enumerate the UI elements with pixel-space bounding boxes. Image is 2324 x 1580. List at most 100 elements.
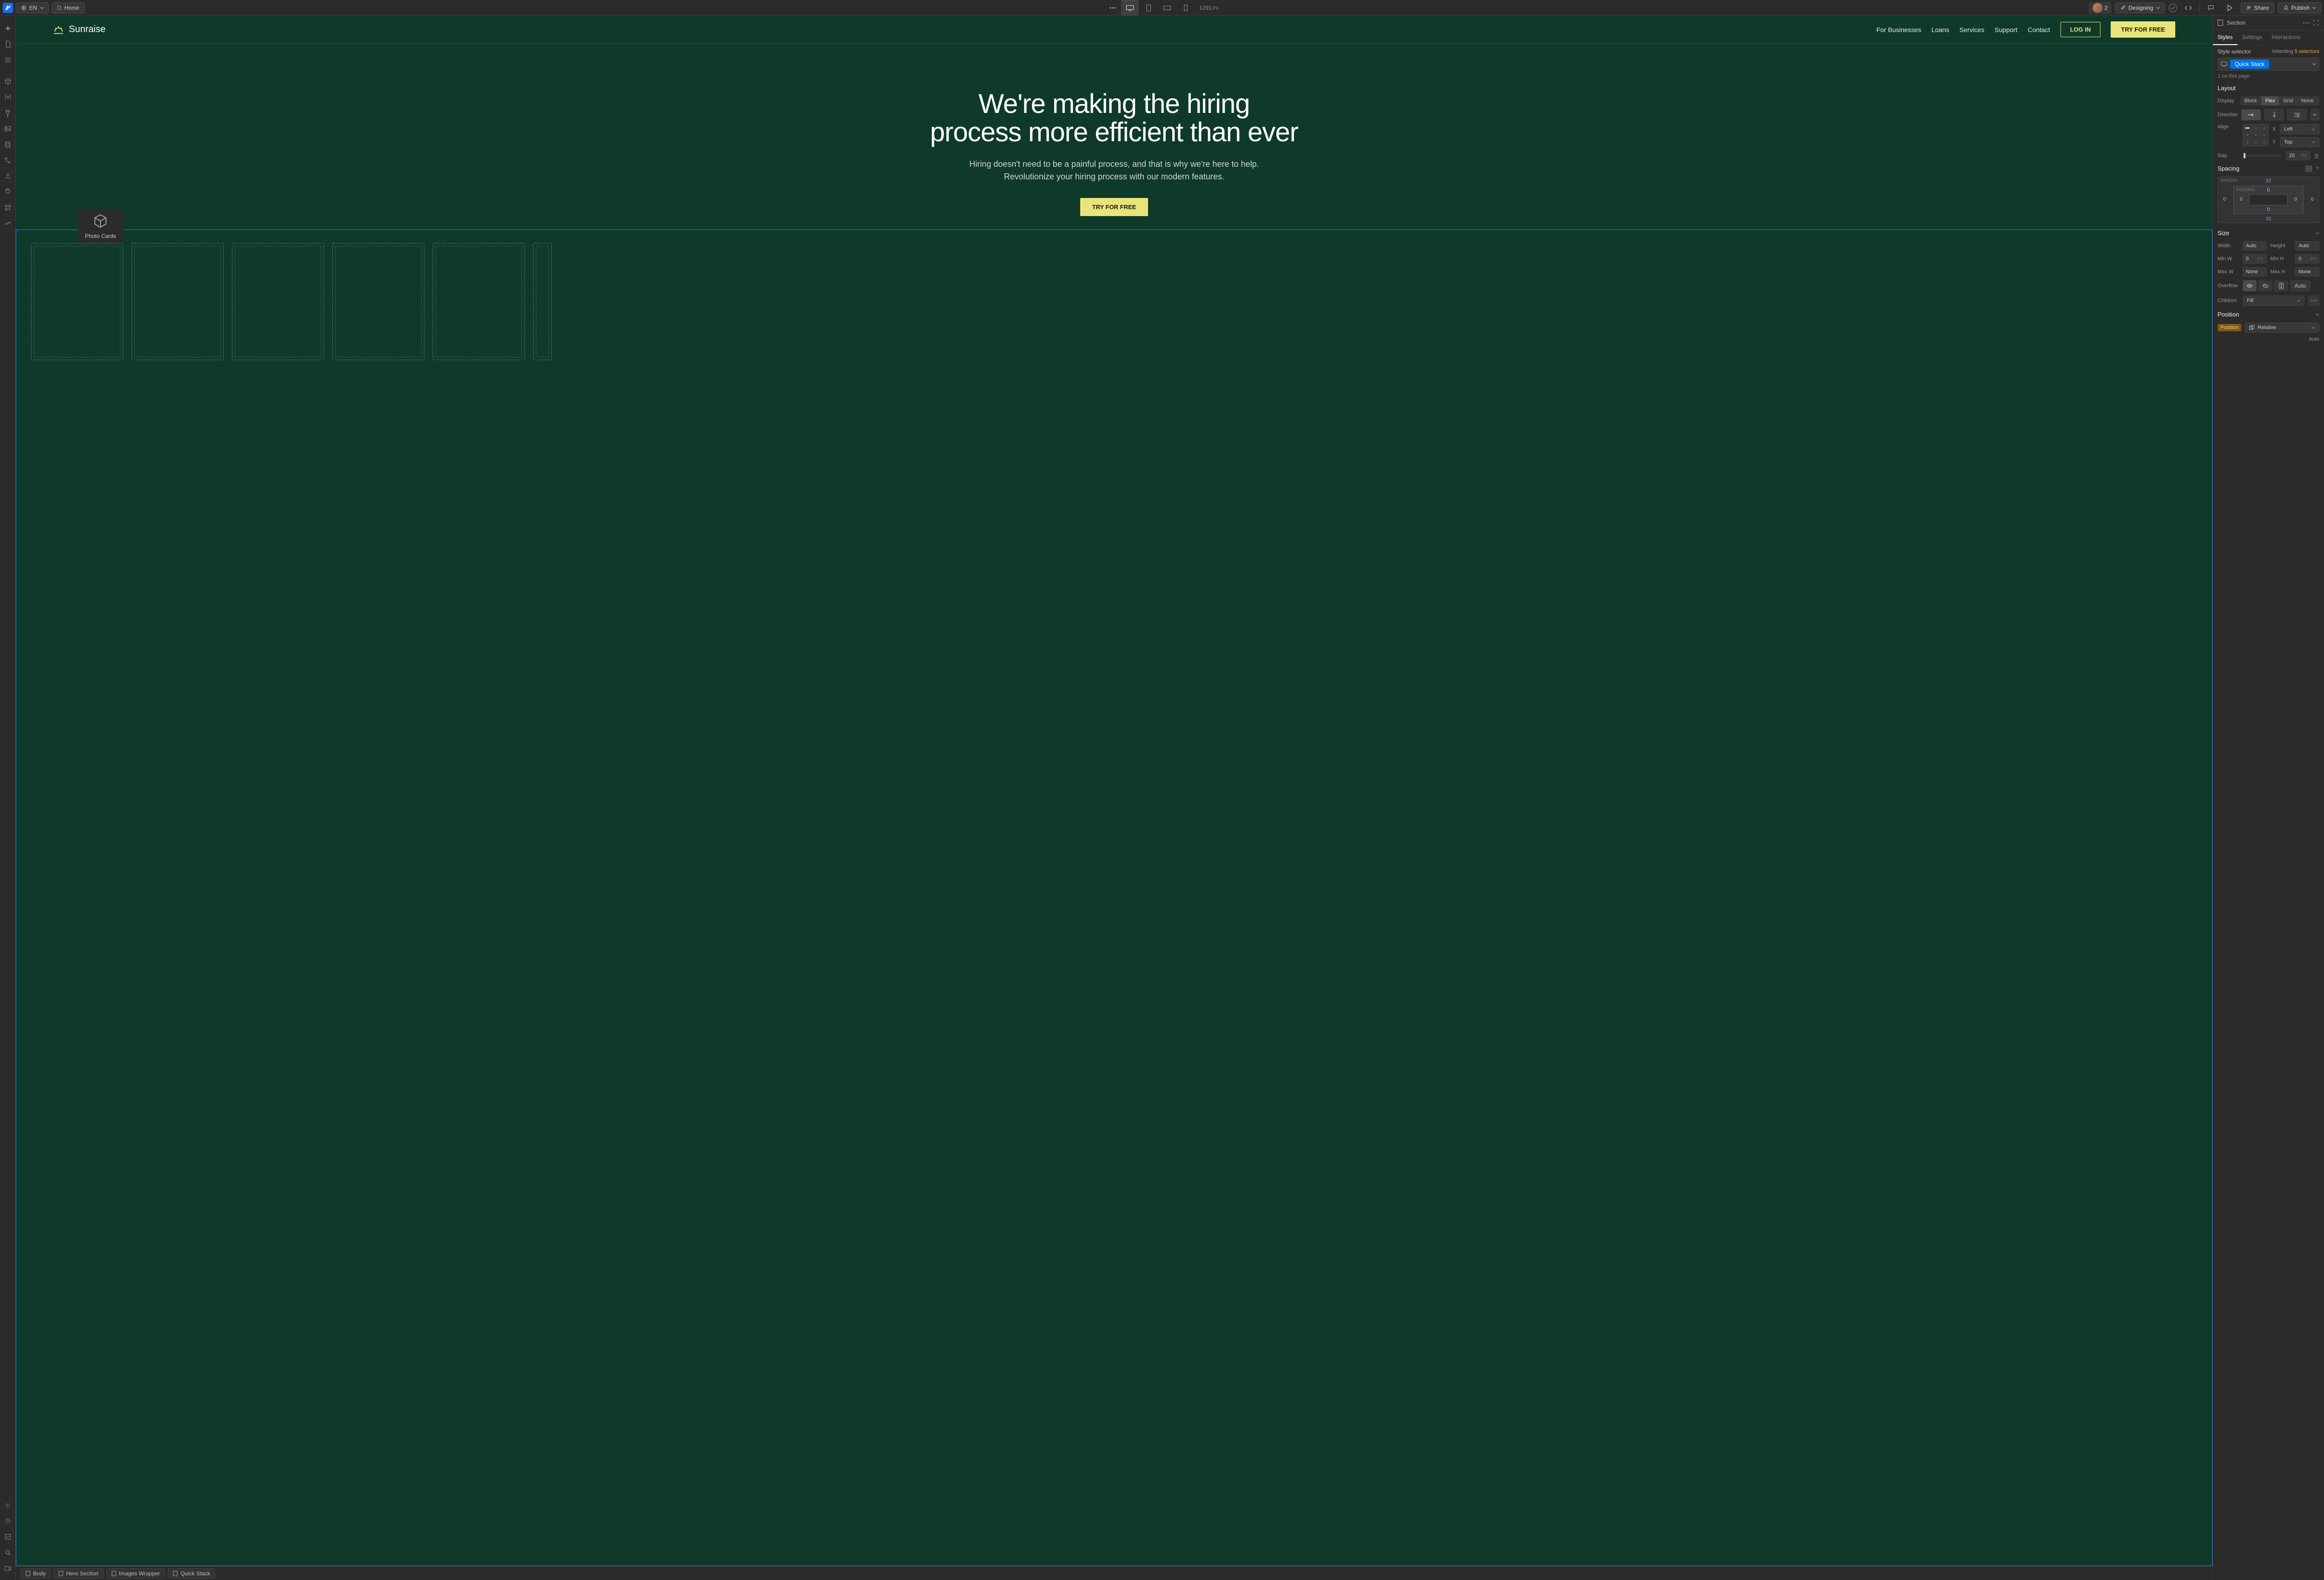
page-selector[interactable]: Home [52,2,85,13]
children-sizing-dropdown[interactable]: Fill [2243,296,2304,306]
position-section-header[interactable]: Position [2213,308,2324,321]
grid-cell[interactable] [332,243,424,360]
width-input[interactable]: Auto– [2243,241,2267,250]
nav-link[interactable]: Support [1994,26,2017,33]
breadcrumb-item[interactable]: Images Wrapper [106,1568,165,1579]
collaborators-badge[interactable]: 2 [2089,2,2112,14]
inheriting-info[interactable]: Inheriting 5 selectors [2272,49,2319,54]
grid-cell[interactable] [232,243,324,360]
video-tutorial-icon[interactable] [0,1560,16,1576]
login-button[interactable]: LOG IN [2060,22,2101,37]
variables-icon[interactable] [0,89,16,105]
mode-switcher[interactable]: Designing [2115,2,2165,13]
spacing-mode-icon[interactable] [2305,166,2312,171]
display-block[interactable]: Block [2240,96,2261,105]
direction-vertical[interactable] [2265,109,2284,120]
chevron-down-icon[interactable] [2316,313,2319,316]
add-elements-icon[interactable] [0,20,16,36]
display-flex[interactable]: Flex [2261,96,2279,105]
components-icon[interactable] [0,73,16,89]
breakpoint-mobile-portrait[interactable] [1177,0,1195,16]
overflow-hidden[interactable] [2258,280,2272,291]
try-free-button[interactable]: TRY FOR FREE [2111,21,2175,38]
chevron-down-icon[interactable] [2312,62,2316,66]
quick-stack[interactable] [16,230,2212,360]
webflow-logo[interactable] [3,3,13,13]
checklist-icon[interactable] [0,1529,16,1545]
more-dots-icon[interactable] [1105,1,1120,14]
display-more[interactable] [2317,96,2319,105]
chevron-down-icon[interactable] [2316,166,2319,170]
grid-cell[interactable] [433,243,525,360]
tab-interactions[interactable]: Interactions [2267,30,2305,45]
settings-gear-icon[interactable] [0,1497,16,1513]
cms-icon[interactable] [0,137,16,152]
size-section-header[interactable]: Size [2213,227,2324,239]
pages-panel-icon[interactable] [0,36,16,52]
style-manager-icon[interactable] [0,105,16,121]
direction-horizontal[interactable] [2241,109,2260,120]
users-icon[interactable] [0,168,16,184]
publish-button[interactable]: Publish [2278,2,2321,13]
search-icon[interactable] [0,1545,16,1560]
spacing-section-header[interactable]: Spacing [2213,162,2324,175]
breakpoint-desktop-large[interactable] [1121,0,1139,16]
grid-cell[interactable] [31,243,123,360]
language-switcher[interactable]: EN [16,2,49,13]
preview-play-icon[interactable] [2222,1,2237,14]
overflow-auto[interactable]: Auto [2290,280,2311,291]
apps-icon[interactable] [0,200,16,216]
site-logo[interactable]: Sunraise [53,24,106,35]
focus-icon[interactable] [2313,20,2319,26]
tab-styles[interactable]: Styles [2213,30,2238,45]
align-x-dropdown[interactable]: Left [2280,124,2319,134]
class-selector-input[interactable]: Quick Stack [2218,58,2319,71]
min-width-input[interactable]: 0PX [2243,254,2267,263]
canvas[interactable]: Sunraise For Businesses Loans Services S… [16,16,2212,1566]
nav-link[interactable]: Loans [1931,26,1949,33]
spacing-editor[interactable]: MARGIN PADDING 32 32 0 0 0 0 0 0 [2218,177,2319,223]
display-grid[interactable]: Grid [2279,96,2297,105]
overflow-scroll[interactable] [2274,280,2288,291]
max-width-input[interactable]: None– [2243,267,2267,276]
breadcrumb-item[interactable]: Body [20,1568,51,1579]
selected-element-outline[interactable]: Photo Cards [16,230,2212,1566]
nav-link[interactable]: For Businesses [1876,26,1921,33]
logic-icon[interactable] [0,152,16,168]
viewport-width-display[interactable]: 1291PX [1199,5,1219,11]
audit-icon[interactable] [0,216,16,231]
breakpoint-tablet[interactable] [1140,0,1157,16]
breadcrumb-item[interactable]: Hero Section [53,1568,103,1579]
align-y-dropdown[interactable]: Top [2280,137,2319,147]
breadcrumb-item[interactable]: Quick Stack [168,1568,215,1579]
children-more[interactable] [2308,295,2319,306]
tab-settings[interactable]: Settings [2238,30,2267,45]
comments-icon[interactable] [2204,1,2218,14]
nav-link[interactable]: Contact [2027,26,2050,33]
layout-section-header[interactable]: Layout [2213,82,2324,94]
display-none[interactable]: None [2297,96,2317,105]
direction-wrap[interactable] [2287,109,2306,120]
lock-icon[interactable] [2314,153,2319,158]
code-icon[interactable] [2181,1,2196,14]
help-icon[interactable] [0,1513,16,1529]
ecommerce-icon[interactable] [0,184,16,200]
navigator-icon[interactable] [0,52,16,68]
height-input[interactable]: Auto– [2295,241,2319,250]
align-grid[interactable] [2243,124,2269,146]
overflow-visible[interactable] [2243,280,2257,291]
position-dropdown[interactable]: Relative [2245,323,2319,333]
gap-slider[interactable] [2243,155,2282,157]
direction-more[interactable] [2311,109,2319,120]
grid-cell[interactable] [533,243,552,360]
status-check-icon[interactable] [2169,4,2177,12]
chevron-down-icon[interactable] [2316,231,2319,235]
assets-icon[interactable] [0,121,16,137]
hero-cta-button[interactable]: TRY FOR FREE [1080,198,1149,216]
share-button[interactable]: Share [2241,2,2274,13]
grid-cell[interactable] [132,243,224,360]
class-chip[interactable]: Quick Stack [2230,59,2269,69]
nav-link[interactable]: Services [1960,26,1985,33]
breakpoint-mobile-landscape[interactable] [1158,0,1176,16]
max-height-input[interactable]: None– [2295,267,2319,276]
